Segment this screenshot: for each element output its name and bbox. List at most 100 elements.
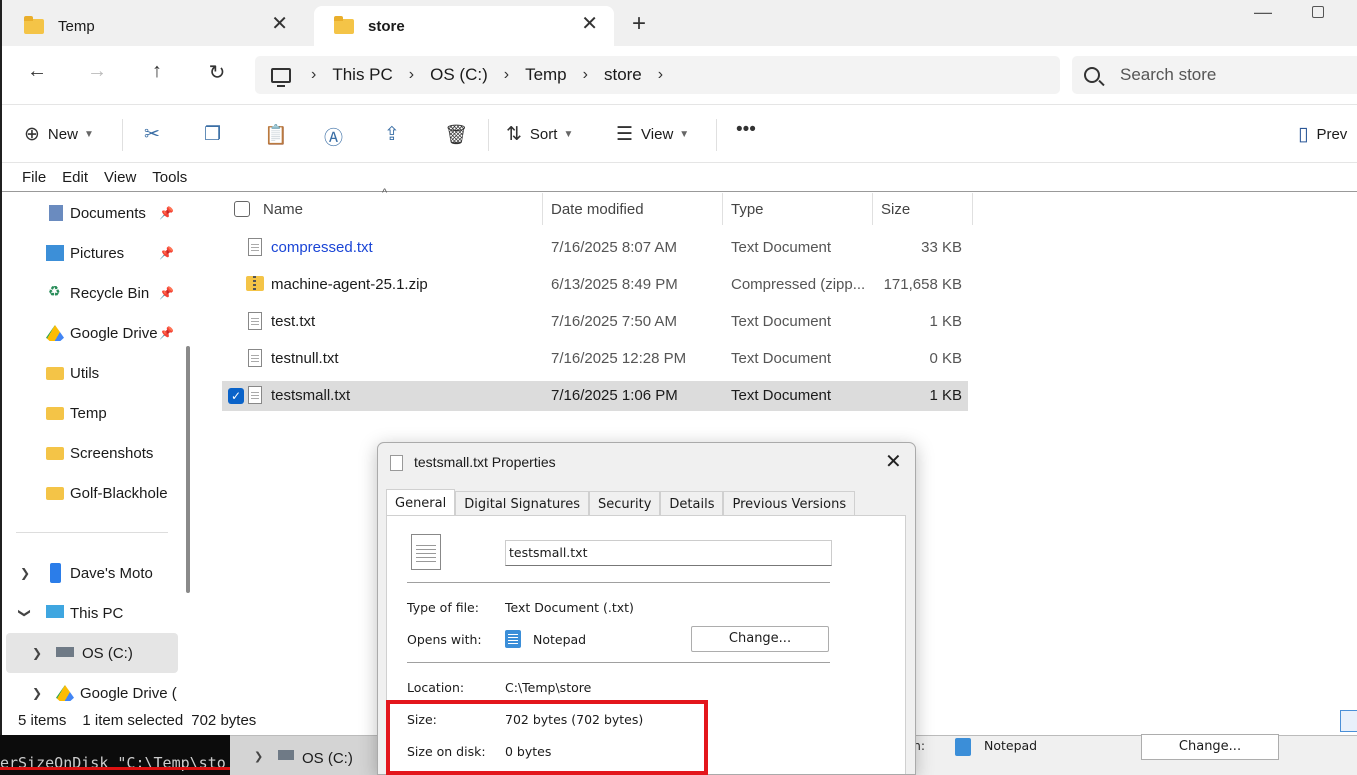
view-button[interactable]: ☰ View ▼ — [616, 123, 689, 146]
monitor-icon — [46, 605, 64, 618]
tab-security[interactable]: Security — [589, 491, 661, 515]
search-box[interactable]: Search store — [1072, 56, 1357, 94]
chevron-right-icon[interactable]: ❯ — [20, 566, 30, 580]
up-icon[interactable]: ↑ — [142, 60, 172, 83]
search-icon — [1084, 67, 1100, 83]
file-type: Compressed (zipp... — [731, 276, 866, 293]
rename-icon[interactable]: Ⓐ — [324, 123, 343, 150]
chevron-right-icon[interactable]: › — [311, 66, 316, 84]
tab-previous-versions[interactable]: Previous Versions — [723, 491, 856, 515]
sidebar-item-utils[interactable]: Utils — [2, 353, 177, 393]
checkmark-icon[interactable]: ✓ — [228, 388, 244, 404]
divider — [407, 582, 830, 583]
table-row-selected[interactable]: ✓ testsmall.txt 7/16/2025 1:06 PM Text D… — [222, 381, 968, 411]
sidebar-item-temp[interactable]: Temp — [2, 393, 177, 433]
chevron-right-icon[interactable]: › — [658, 66, 663, 84]
file-date: 7/16/2025 1:06 PM — [551, 387, 678, 404]
sidebar-item-label: Dave's Moto — [70, 564, 153, 582]
tab-general[interactable]: General — [386, 489, 456, 515]
location-value: C:\Temp\store — [505, 680, 592, 695]
column-header-row: ^ Name Date modified Type Size — [220, 187, 973, 225]
delete-icon[interactable]: 🗑 — [444, 123, 468, 147]
close-icon[interactable]: ✕ — [271, 14, 288, 34]
notepad-icon — [955, 738, 971, 756]
chevron-right-icon[interactable]: ❯ — [32, 646, 42, 660]
view-icon: ☰ — [616, 124, 634, 145]
tab-store[interactable]: store ✕ — [314, 6, 614, 46]
nav-scrollbar[interactable] — [186, 346, 190, 593]
sidebar-item-documents[interactable]: Documents 📌 — [2, 193, 177, 233]
details-view-icon[interactable] — [1340, 710, 1357, 732]
chevron-down-icon[interactable]: ❯ — [18, 608, 32, 618]
menu-bar: File Edit View Tools — [2, 162, 1357, 192]
copy-icon[interactable]: ❐ — [204, 123, 221, 146]
paste-icon[interactable]: 📋 — [264, 123, 288, 147]
sidebar-item-screenshots[interactable]: Screenshots — [2, 433, 177, 473]
menu-edit[interactable]: Edit — [62, 169, 88, 186]
sidebar-item-daves-moto[interactable]: ❯ Dave's Moto — [2, 553, 177, 593]
file-date: 7/16/2025 8:07 AM — [551, 239, 677, 256]
recycle-bin-icon: ♻ — [48, 283, 61, 299]
filename-field[interactable]: testsmall.txt — [505, 540, 832, 566]
chevron-right-icon[interactable]: › — [583, 66, 588, 84]
column-name[interactable]: Name — [263, 201, 303, 218]
cut-icon[interactable]: ✂ — [144, 123, 160, 146]
sidebar-item-recycle-bin[interactable]: ♻ Recycle Bin 📌 — [2, 273, 177, 313]
plus-circle-icon: ⊕ — [24, 124, 40, 145]
menu-view[interactable]: View — [104, 169, 136, 186]
breadcrumb-store[interactable]: store — [604, 65, 642, 85]
chevron-down-icon: ▼ — [679, 129, 690, 140]
select-all-checkbox[interactable] — [234, 201, 250, 217]
back-icon[interactable]: ← — [22, 60, 52, 83]
search-placeholder[interactable]: Search store — [1120, 65, 1216, 85]
table-row[interactable]: machine-agent-25.1.zip 6/13/2025 8:49 PM… — [222, 270, 968, 300]
refresh-icon[interactable]: ↻ — [202, 60, 232, 85]
close-icon[interactable]: ✕ — [885, 449, 902, 473]
tab-temp[interactable]: Temp ✕ — [4, 6, 304, 46]
column-type[interactable]: Type — [731, 201, 764, 218]
menu-tools[interactable]: Tools — [152, 169, 187, 186]
chevron-right-icon[interactable]: › — [409, 66, 414, 84]
background-change-button[interactable]: Change... — [1141, 734, 1279, 760]
breadcrumb-os-c[interactable]: OS (C:) — [430, 65, 488, 85]
sidebar-item-os-c[interactable]: ❯ OS (C:) — [6, 633, 178, 673]
sidebar-item-this-pc[interactable]: ❯ This PC — [2, 593, 177, 633]
file-type: Text Document — [731, 313, 832, 330]
chevron-right-icon[interactable]: ❯ — [32, 686, 42, 700]
preview-pane-button[interactable]: ▯ Prev — [1298, 123, 1347, 146]
more-options-icon[interactable]: ••• — [736, 119, 756, 141]
change-button[interactable]: Change... — [691, 626, 829, 652]
sidebar-item-google-drive[interactable]: Google Drive 📌 — [2, 313, 177, 353]
column-date-modified[interactable]: Date modified — [551, 201, 644, 218]
address-bar[interactable]: › This PC › OS (C:) › Temp › store › — [255, 56, 1060, 94]
sidebar-item-pictures[interactable]: Pictures 📌 — [2, 233, 177, 273]
folder-icon — [46, 407, 64, 420]
google-drive-icon — [56, 685, 74, 701]
pin-icon: 📌 — [159, 326, 174, 340]
sidebar-item-golf-blackhole[interactable]: Golf-Blackhole — [2, 473, 177, 513]
maximize-icon[interactable] — [1312, 6, 1324, 18]
close-icon[interactable]: ✕ — [581, 14, 598, 34]
navigation-pane: Documents 📌 Pictures 📌 ♻ Recycle Bin 📌 G… — [2, 193, 197, 703]
table-row[interactable]: compressed.txt 7/16/2025 8:07 AM Text Do… — [222, 233, 968, 263]
add-tab-icon[interactable]: + — [632, 10, 646, 38]
tab-details[interactable]: Details — [660, 491, 724, 515]
sidebar-item-label: This PC — [70, 604, 124, 622]
breadcrumb-this-pc[interactable]: This PC — [332, 65, 392, 85]
minimize-icon[interactable]: — — [1254, 2, 1272, 23]
sort-label: Sort — [529, 126, 558, 143]
sort-button[interactable]: ⇅ Sort ▼ — [506, 123, 573, 146]
share-icon[interactable]: ⇪ — [384, 123, 400, 146]
menu-file[interactable]: File — [22, 169, 46, 186]
table-row[interactable]: testnull.txt 7/16/2025 12:28 PM Text Doc… — [222, 344, 968, 374]
tab-digital-signatures[interactable]: Digital Signatures — [455, 491, 590, 515]
sidebar-item-label: Google Drive — [70, 324, 158, 342]
file-type: Text Document — [731, 350, 832, 367]
text-file-icon — [248, 238, 262, 256]
breadcrumb-temp[interactable]: Temp — [525, 65, 567, 85]
new-button[interactable]: ⊕ New ▼ — [24, 123, 94, 146]
column-size[interactable]: Size — [881, 201, 910, 218]
chevron-right-icon[interactable]: › — [504, 66, 509, 84]
forward-icon[interactable]: → — [82, 60, 112, 83]
table-row[interactable]: test.txt 7/16/2025 7:50 AM Text Document… — [222, 307, 968, 337]
